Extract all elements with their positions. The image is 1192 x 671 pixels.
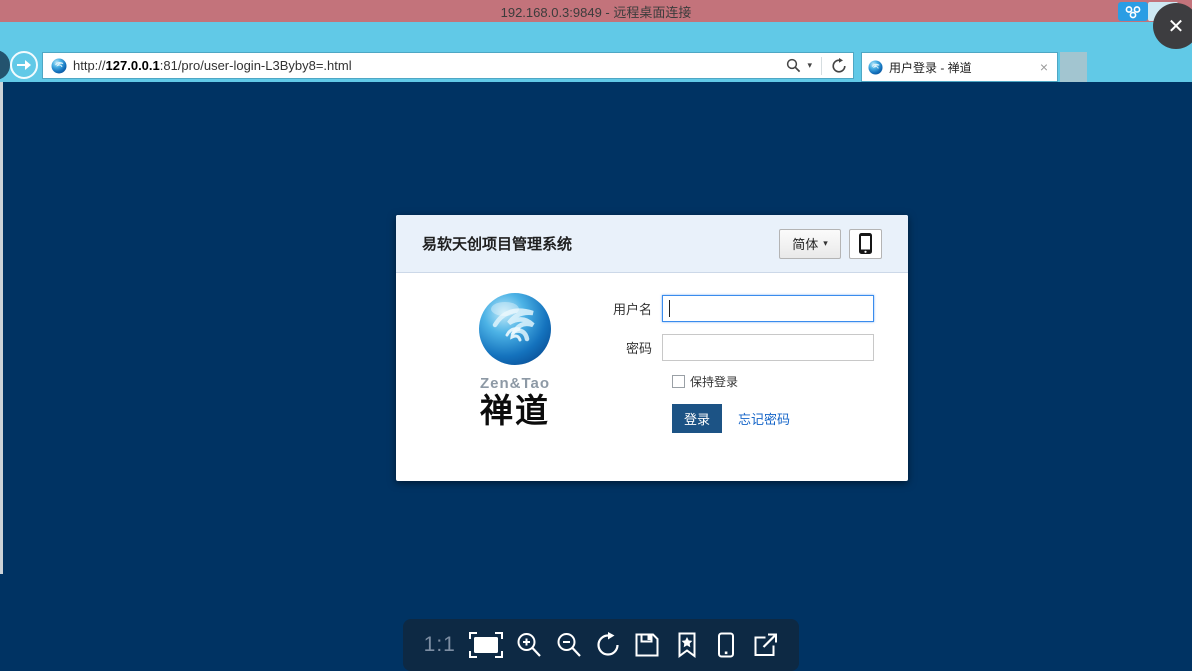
- url-path: :81/pro/user-login-L3Byby8=.html: [159, 58, 352, 73]
- mobile-phone-icon: [859, 233, 872, 254]
- keep-login-row: 保持登录: [672, 373, 908, 390]
- forward-button[interactable]: [10, 51, 38, 79]
- save-floppy-icon: [635, 633, 659, 657]
- username-input[interactable]: [662, 295, 874, 322]
- zoom-out-button[interactable]: [549, 625, 588, 665]
- login-button[interactable]: 登录: [672, 404, 723, 433]
- tablet-device-icon: [718, 632, 735, 658]
- password-row: 密码: [600, 334, 908, 361]
- search-icon[interactable]: [786, 58, 801, 73]
- network-nodes-icon: [1125, 5, 1141, 18]
- login-card-header: 易软天创项目管理系统 简体 ▾: [396, 215, 908, 273]
- fit-screen-button[interactable]: [463, 625, 510, 665]
- refresh-circle-icon: [597, 632, 619, 656]
- site-favicon-icon: [51, 58, 67, 73]
- address-bar[interactable]: http://127.0.0.1:81/pro/user-login-L3Byb…: [42, 52, 854, 79]
- search-dropdown-caret-icon[interactable]: ▾: [807, 60, 812, 71]
- system-title: 易软天创项目管理系统: [422, 236, 573, 253]
- keep-login-label: 保持登录: [690, 375, 739, 389]
- login-card: 易软天创项目管理系统 简体 ▾ Zen&Tao 禅道 用户名 密码 保持登录 登…: [396, 215, 908, 481]
- brand-column: Zen&Tao 禅道: [430, 291, 600, 433]
- close-button[interactable]: ✕: [1153, 3, 1192, 49]
- zoom-in-button[interactable]: [510, 625, 549, 665]
- tab-favicon-icon: [868, 59, 883, 75]
- bookmark-star-icon: [678, 632, 696, 658]
- scale-1to1-button[interactable]: 1:1: [417, 625, 463, 665]
- chevron-down-icon: ▾: [823, 238, 828, 248]
- forgot-password-link[interactable]: 忘记密码: [738, 409, 790, 428]
- close-icon: ✕: [1167, 15, 1185, 38]
- new-tab-button[interactable]: [1060, 52, 1087, 82]
- tab-close-icon[interactable]: ×: [1037, 59, 1051, 75]
- share-button[interactable]: [746, 625, 785, 665]
- url-host: 127.0.0.1: [105, 58, 160, 73]
- mobile-version-button[interactable]: [849, 228, 882, 259]
- address-bar-divider: [821, 56, 822, 75]
- back-button[interactable]: [0, 50, 10, 80]
- brand-name-cn: 禅道: [480, 391, 550, 430]
- login-form: 用户名 密码 保持登录 登录 忘记密码: [600, 291, 908, 433]
- browser-tab-login[interactable]: 用户登录 - 禅道 ×: [861, 52, 1058, 82]
- share-export-icon: [754, 633, 778, 656]
- url-text[interactable]: http://127.0.0.1:81/pro/user-login-L3Byb…: [73, 58, 786, 73]
- rdp-connection-button[interactable]: [1118, 2, 1148, 21]
- refresh-view-button[interactable]: [588, 625, 627, 665]
- zoom-in-icon: [517, 633, 542, 657]
- text-caret: [669, 300, 670, 317]
- zoom-out-icon: [557, 633, 581, 657]
- username-row: 用户名: [600, 295, 908, 322]
- password-input[interactable]: [662, 334, 874, 361]
- fit-screen-icon: [469, 632, 504, 658]
- zentao-logo-icon: [479, 293, 551, 365]
- brand-name-en: Zen&Tao: [479, 375, 551, 392]
- language-dropdown-button[interactable]: 简体 ▾: [779, 228, 841, 259]
- save-screenshot-button[interactable]: [628, 625, 667, 665]
- page-background: 易软天创项目管理系统 简体 ▾ Zen&Tao 禅道 用户名 密码 保持登录 登…: [0, 82, 1192, 671]
- rdp-titlebar: 192.168.0.3:9849 - 远程桌面连接: [0, 0, 1192, 22]
- browser-chrome: http://127.0.0.1:81/pro/user-login-L3Byb…: [0, 22, 1192, 82]
- keep-login-checkbox[interactable]: [672, 375, 685, 388]
- action-row: 登录 忘记密码: [672, 404, 908, 433]
- window-left-border: [0, 82, 3, 574]
- device-button[interactable]: [706, 625, 745, 665]
- username-label: 用户名: [612, 302, 652, 317]
- forward-arrow-icon: [17, 60, 31, 70]
- rdp-title: 192.168.0.3:9849 - 远程桌面连接: [500, 4, 692, 20]
- scale-label: 1:1: [423, 633, 456, 656]
- login-card-body: Zen&Tao 禅道 用户名 密码 保持登录 登录 忘记密码: [396, 273, 908, 433]
- refresh-icon[interactable]: [831, 57, 847, 74]
- viewer-toolbar: 1:1: [403, 619, 799, 671]
- url-scheme: http://: [73, 58, 106, 73]
- bookmark-button[interactable]: [667, 625, 706, 665]
- language-label: 简体: [792, 237, 819, 252]
- password-label: 密码: [625, 341, 652, 356]
- tab-title: 用户登录 - 禅道: [889, 60, 972, 75]
